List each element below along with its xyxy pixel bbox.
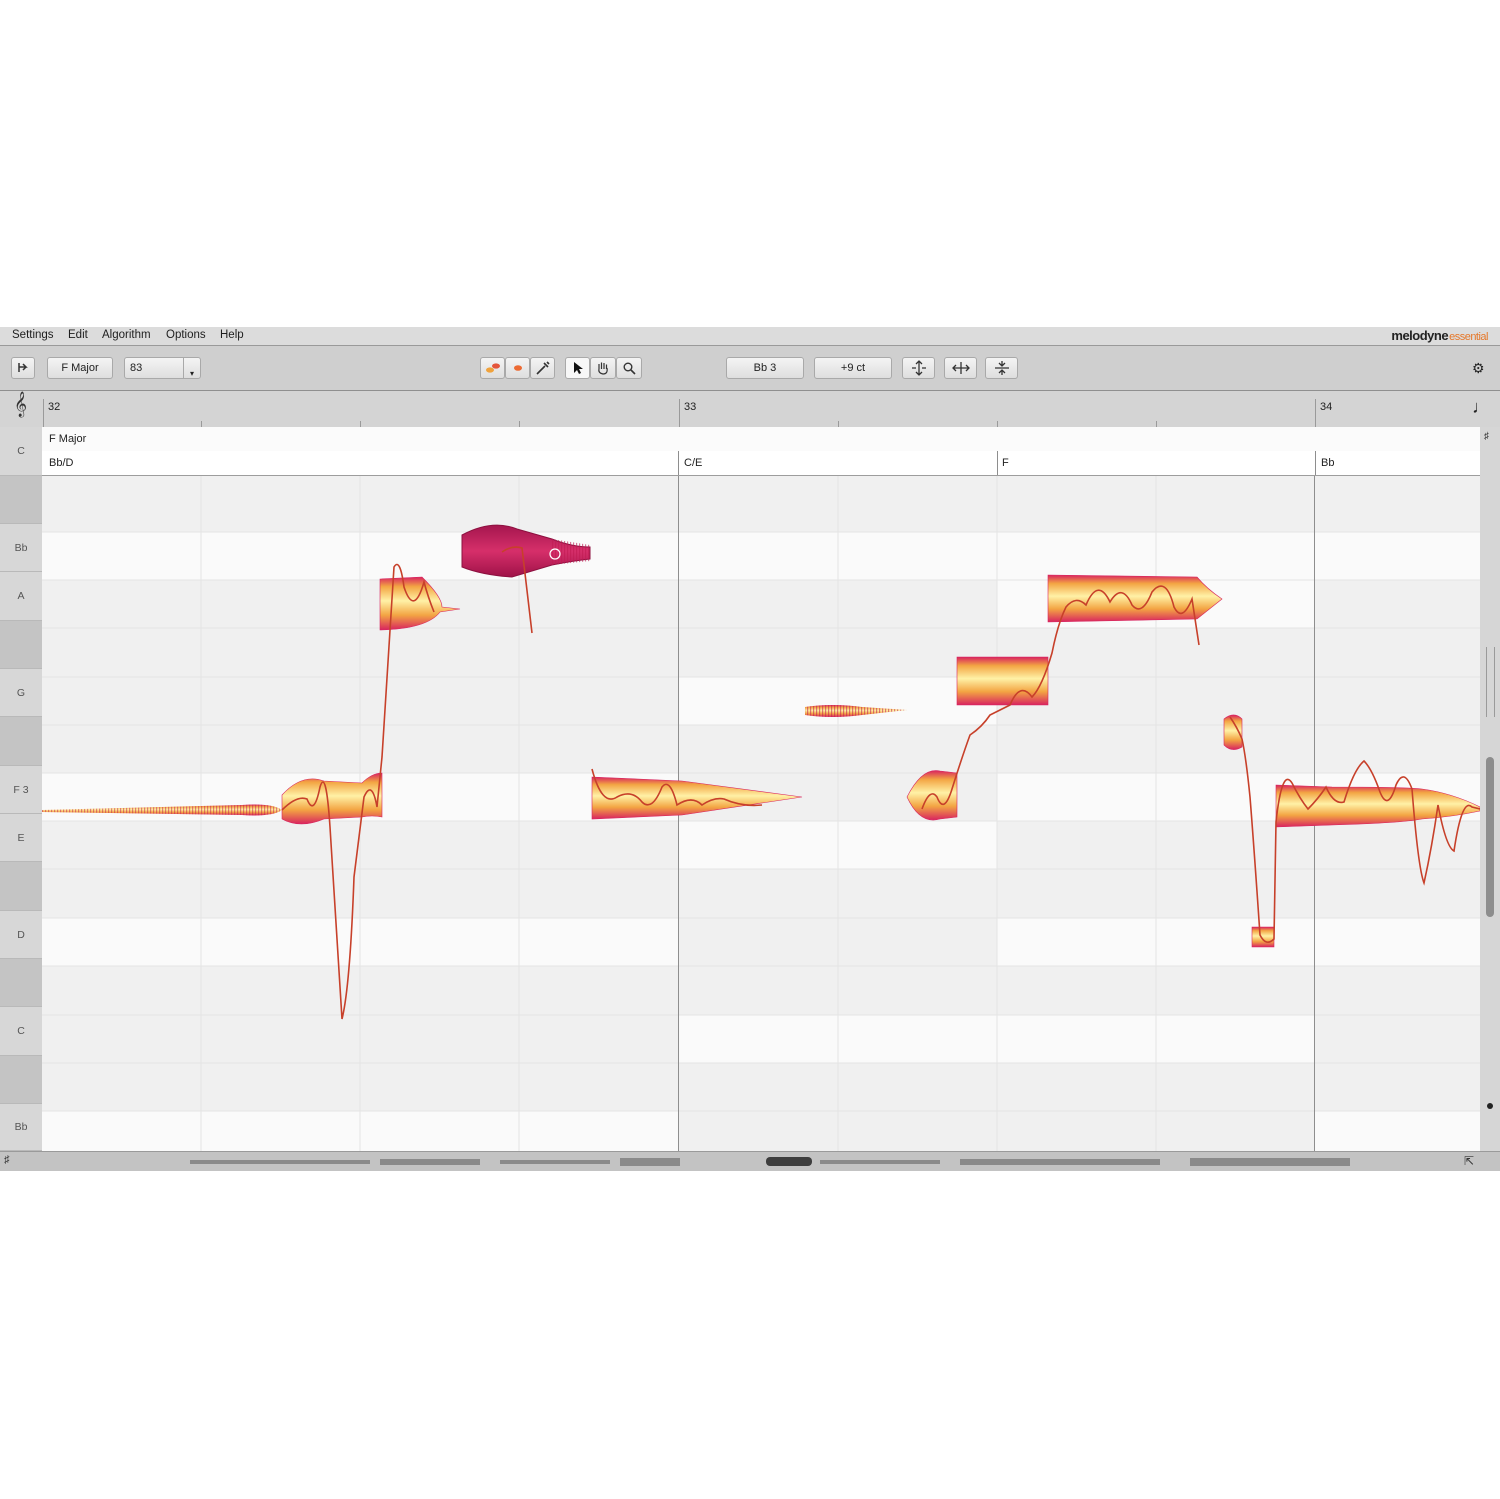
scale-label: F Major	[49, 433, 87, 445]
menu-settings[interactable]: Settings	[12, 329, 54, 341]
resize-icon[interactable]: ⇱	[1464, 1154, 1474, 1168]
pitch-align-icon	[911, 360, 926, 376]
vertical-zoom-handle[interactable]	[1487, 1103, 1493, 1109]
pitch-mode-button[interactable]	[505, 357, 530, 379]
melodyne-logo: melodyneessential	[1391, 328, 1488, 343]
zoom-tool-button[interactable]	[616, 357, 642, 379]
cents-readout[interactable]: +9 ct	[814, 357, 892, 379]
vertical-zoom-ticks	[1486, 647, 1495, 717]
chord-divider	[1315, 451, 1316, 475]
key-g[interactable]: G	[0, 669, 42, 717]
bar-number-33: 33	[684, 401, 697, 413]
scale-lane[interactable]: F Major	[42, 427, 1480, 452]
pitch-mode-icon	[513, 365, 522, 371]
macro-button[interactable]	[530, 357, 555, 379]
main-toolbar: F Major 83 ▾ Bb 3 +9 ct ⚙	[0, 346, 1500, 391]
waveform-overview	[190, 1157, 1350, 1166]
pitch-align-button[interactable]	[902, 357, 935, 379]
note-value-icon[interactable]: ♩	[1472, 397, 1490, 418]
menu-options[interactable]: Options	[166, 329, 206, 341]
bar-number-34: 34	[1320, 401, 1333, 413]
key-bb-low[interactable]: Bb	[0, 1104, 42, 1151]
hand-tool-button[interactable]	[590, 357, 616, 379]
chord-divider	[678, 451, 679, 475]
key-c-low[interactable]: C	[0, 1007, 42, 1056]
bar-tick	[43, 399, 44, 427]
tempo-value: 83	[130, 362, 143, 374]
key-eb[interactable]	[0, 862, 42, 911]
pointer-tool-button[interactable]	[565, 357, 590, 379]
menu-edit[interactable]: Edit	[68, 329, 88, 341]
chord-4[interactable]: Bb	[1321, 457, 1334, 469]
treble-clef-icon[interactable]: 𝄞	[14, 394, 27, 416]
key-ab[interactable]	[0, 621, 42, 669]
time-align-button[interactable]	[944, 357, 977, 379]
amplitude-button[interactable]	[985, 357, 1018, 379]
vertical-scroll-thumb[interactable]	[1486, 757, 1494, 917]
melodyne-window: Settings Edit Algorithm Options Help mel…	[0, 327, 1500, 1171]
key-b[interactable]	[0, 476, 42, 524]
chevron-down-icon[interactable]: ▾	[183, 358, 200, 378]
hand-icon	[598, 362, 608, 375]
menu-bar: Settings Edit Algorithm Options Help mel…	[0, 327, 1500, 346]
note-editor[interactable]: F Major Bb/D C/E F Bb	[42, 427, 1480, 1151]
time-ruler[interactable]: 𝄞 32 33 34 ♩	[0, 391, 1500, 427]
key-c[interactable]: C	[0, 427, 42, 476]
amplitude-icon	[994, 361, 1009, 375]
pitch-keyboard[interactable]: C Bb A G F 3 E D C Bb	[0, 427, 43, 1151]
sharp-flat-icon[interactable]: ♯	[1484, 431, 1489, 442]
key-d[interactable]: D	[0, 911, 42, 959]
key-bb[interactable]: Bb	[0, 524, 42, 572]
menu-help[interactable]: Help	[220, 329, 244, 341]
bar-number-32: 32	[48, 401, 61, 413]
key-e[interactable]: E	[0, 814, 42, 862]
chord-divider	[997, 451, 998, 475]
chord-lane[interactable]: Bb/D C/E F Bb	[42, 451, 1480, 476]
horizontal-scrollbar[interactable]: ♯ ⇱	[0, 1151, 1500, 1171]
key-gb[interactable]	[0, 717, 42, 766]
gear-icon[interactable]: ⚙	[1472, 360, 1485, 377]
key-f3[interactable]: F 3	[0, 766, 42, 814]
macro-icon	[535, 361, 550, 375]
bar-tick	[1315, 399, 1316, 427]
blob-view-icon	[485, 363, 500, 373]
note-grid	[42, 427, 1480, 1151]
vertical-scrollbar[interactable]: ♯	[1480, 427, 1500, 1151]
sharp-icon[interactable]: ♯	[4, 1154, 10, 1166]
key-b-low[interactable]	[0, 1056, 42, 1104]
chord-1[interactable]: Bb/D	[49, 457, 73, 469]
tempo-field[interactable]: 83 ▾	[124, 357, 201, 379]
undo-button[interactable]	[11, 357, 35, 379]
time-align-icon	[951, 362, 970, 374]
chord-3[interactable]: F	[1002, 457, 1009, 469]
key-select-button[interactable]: F Major	[47, 357, 113, 379]
blob-view-button[interactable]	[480, 357, 505, 379]
key-db[interactable]	[0, 959, 42, 1007]
menu-algorithm[interactable]: Algorithm	[102, 329, 151, 341]
zoom-icon	[623, 362, 636, 375]
key-a[interactable]: A	[0, 572, 42, 621]
bar-tick	[679, 399, 680, 427]
pointer-icon	[573, 362, 583, 374]
chord-2[interactable]: C/E	[684, 457, 702, 469]
pitch-readout[interactable]: Bb 3	[726, 357, 804, 379]
undo-icon	[18, 363, 28, 372]
